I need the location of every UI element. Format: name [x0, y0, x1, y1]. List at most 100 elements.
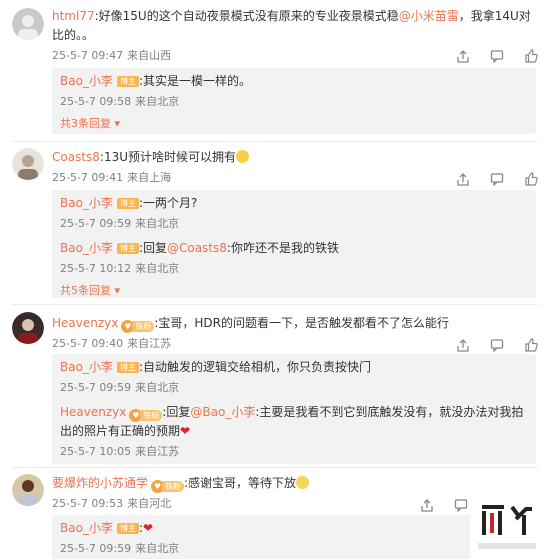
username-link[interactable]: Heavenzyx	[52, 316, 118, 330]
reply-item: Bao_小李 博主:回复@Coasts8:你咋还不是我的铁铁 25-5-7 10:…	[52, 233, 536, 278]
more-replies-link[interactable]: 共5条回复 ▾	[52, 282, 536, 300]
username-link[interactable]: Bao_小李	[60, 241, 113, 255]
reply-text: Bao_小李 博主:❤	[60, 519, 462, 538]
comment-thread: html77:好像15U的这个自动夜景模式没有原来的专业夜景模式稳@小米苗雷，我…	[0, 0, 550, 140]
username-link[interactable]: Bao_小李	[60, 196, 113, 210]
reply-box: Bao_小李 博主:一两个月? 25-5-7 09:59 来自北京 Bao_小李 博主…	[52, 190, 536, 298]
author-badge: 博主	[116, 523, 139, 534]
reply-item: Bao_小李 博主:❤ 25-5-7 09:59 来自北京	[52, 515, 470, 558]
username-link[interactable]: 要爆炸的小苏通学	[52, 476, 148, 490]
location: 来自河北	[127, 497, 172, 510]
comment-text: html77:好像15U的这个自动夜景模式没有原来的专业夜景模式稳@小米苗雷，我…	[52, 7, 536, 45]
reply-text: Bao_小李 博主:自动触发的逻辑交给相机，你只负责按快门	[60, 358, 528, 377]
reply-meta: 25-5-7 09:59 来自北京	[60, 540, 462, 558]
avatar[interactable]	[12, 148, 44, 180]
avatar[interactable]	[12, 474, 44, 506]
comment-actions	[454, 47, 540, 65]
share-icon[interactable]	[454, 336, 472, 354]
comment-actions	[454, 170, 540, 188]
reply-text: Heavenzyx ♥ 铁粉:回复@Bao_小李:主要是我看不到它到底触发没有，就没…	[60, 403, 528, 441]
author-badge: 博主	[116, 76, 139, 87]
timestamp: 25-5-7 09:41	[52, 171, 124, 184]
username-link[interactable]: Heavenzyx	[60, 405, 126, 419]
location: 来自北京	[135, 542, 180, 555]
reply-text: Bao_小李 博主:其实是一模一样的。	[60, 72, 528, 91]
comment-icon[interactable]	[488, 336, 506, 354]
reply-text-part: :回复	[138, 241, 167, 255]
watermark-logo	[472, 497, 542, 557]
more-replies-label: 共5条回复	[60, 284, 111, 297]
like-icon[interactable]	[522, 336, 540, 354]
reply-text: Bao_小李 博主:回复@Coasts8:你咋还不是我的铁铁	[60, 239, 528, 258]
comment-text: Coasts8:13U预计啥时候可以拥有	[52, 148, 536, 167]
mention-link[interactable]: @Coasts8	[167, 241, 227, 255]
reply-text-part: :回复	[162, 405, 191, 419]
more-replies-link[interactable]: 共3条回复 ▾	[52, 115, 536, 133]
author-badge: 博主	[116, 243, 139, 254]
fan-badge-label: 铁粉	[162, 481, 185, 492]
username-link[interactable]: html77	[52, 9, 95, 23]
reply-meta: 25-5-7 09:59 来自北京	[60, 379, 528, 397]
fan-badge: ♥ 铁粉	[129, 409, 163, 422]
like-icon[interactable]	[522, 47, 540, 65]
comment-icon[interactable]	[452, 496, 470, 514]
username-link[interactable]: Bao_小李	[60, 360, 113, 374]
reply-item: Bao_小李 博主:自动触发的逻辑交给相机，你只负责按快门 25-5-7 09:5…	[52, 354, 536, 397]
username-link[interactable]: Bao_小李	[60, 521, 113, 535]
fan-badge: ♥ 铁粉	[151, 480, 185, 493]
comment-thread: Coasts8:13U预计啥时候可以拥有 25-5-7 09:41 来自上海 Ba…	[0, 142, 550, 302]
timestamp: 25-5-7 10:12	[60, 262, 132, 275]
location: 来自上海	[127, 171, 172, 184]
timestamp: 25-5-7 09:47	[52, 49, 124, 62]
comment-icon[interactable]	[488, 47, 506, 65]
username-link[interactable]: Coasts8	[52, 150, 100, 164]
timestamp: 25-5-7 09:40	[52, 337, 124, 350]
timestamp: 25-5-7 09:59	[60, 381, 132, 394]
location: 来自北京	[135, 381, 180, 394]
comment-text-part: :13U预计啥时候可以拥有	[99, 150, 237, 164]
timestamp: 25-5-7 09:59	[60, 217, 132, 230]
comment-text-part: :好像15U的这个自动夜景模式没有原来的专业夜景模式稳	[94, 9, 399, 23]
reply-text: Bao_小李 博主:一两个月?	[60, 194, 528, 213]
timestamp: 25-5-7 09:59	[60, 542, 132, 555]
timestamp: 25-5-7 10:05	[60, 445, 132, 458]
comment-thread: Heavenzyx ♥ 铁粉:宝哥，HDR的问题看一下，是否触发都看不了怎么能行 2…	[0, 306, 550, 464]
reply-meta: 25-5-7 09:59 来自北京	[60, 215, 528, 233]
comment-thread: 要爆炸的小苏通学 ♥ 铁粉:感谢宝哥，等待下放 25-5-7 09:53 来自河北 B…	[0, 468, 550, 559]
reply-item: Bao_小李 博主:一两个月? 25-5-7 09:59 来自北京	[52, 190, 536, 233]
comment-actions	[454, 336, 540, 354]
share-icon[interactable]	[418, 496, 436, 514]
mention-link[interactable]: @Bao_小李	[190, 405, 255, 419]
like-icon[interactable]	[522, 170, 540, 188]
mention-link[interactable]: @小米苗雷	[399, 9, 459, 23]
reply-text-part: :其实是一模一样的。	[138, 74, 251, 88]
timestamp: 25-5-7 09:58	[60, 95, 132, 108]
reply-meta: 25-5-7 10:12 来自北京	[60, 260, 528, 278]
reply-meta: 25-5-7 09:58 来自北京	[60, 93, 528, 111]
comment-icon[interactable]	[488, 170, 506, 188]
comment-text: Heavenzyx ♥ 铁粉:宝哥，HDR的问题看一下，是否触发都看不了怎么能行	[52, 314, 536, 333]
share-icon[interactable]	[454, 47, 472, 65]
author-badge: 博主	[116, 198, 139, 209]
reply-text-part: :一两个月?	[138, 196, 198, 210]
username-link[interactable]: Bao_小李	[60, 74, 113, 88]
reply-box: Bao_小李 博主:其实是一模一样的。 25-5-7 09:58 来自北京 共3条回…	[52, 68, 536, 134]
fan-badge: ♥ 铁粉	[121, 320, 155, 333]
chevron-down-icon: ▾	[111, 284, 121, 297]
comment-text: 要爆炸的小苏通学 ♥ 铁粉:感谢宝哥，等待下放	[52, 474, 536, 493]
avatar[interactable]	[12, 8, 44, 40]
fan-badge-label: 铁粉	[140, 410, 163, 421]
location: 来自北京	[135, 95, 180, 108]
comment-text-part: :宝哥，HDR的问题看一下，是否触发都看不了怎么能行	[154, 316, 450, 330]
reply-meta: 25-5-7 10:05 来自江苏	[60, 443, 528, 461]
location: 来自北京	[135, 217, 180, 230]
grin-emoji	[236, 150, 250, 163]
timestamp: 25-5-7 09:53	[52, 497, 124, 510]
share-icon[interactable]	[454, 170, 472, 188]
reply-text-part: :自动触发的逻辑交给相机，你只负责按快门	[138, 360, 371, 374]
chevron-down-icon: ▾	[111, 117, 121, 130]
location: 来自山西	[127, 49, 172, 62]
avatar[interactable]	[12, 312, 44, 344]
smile-emoji	[296, 476, 310, 489]
author-badge: 博主	[116, 362, 139, 373]
